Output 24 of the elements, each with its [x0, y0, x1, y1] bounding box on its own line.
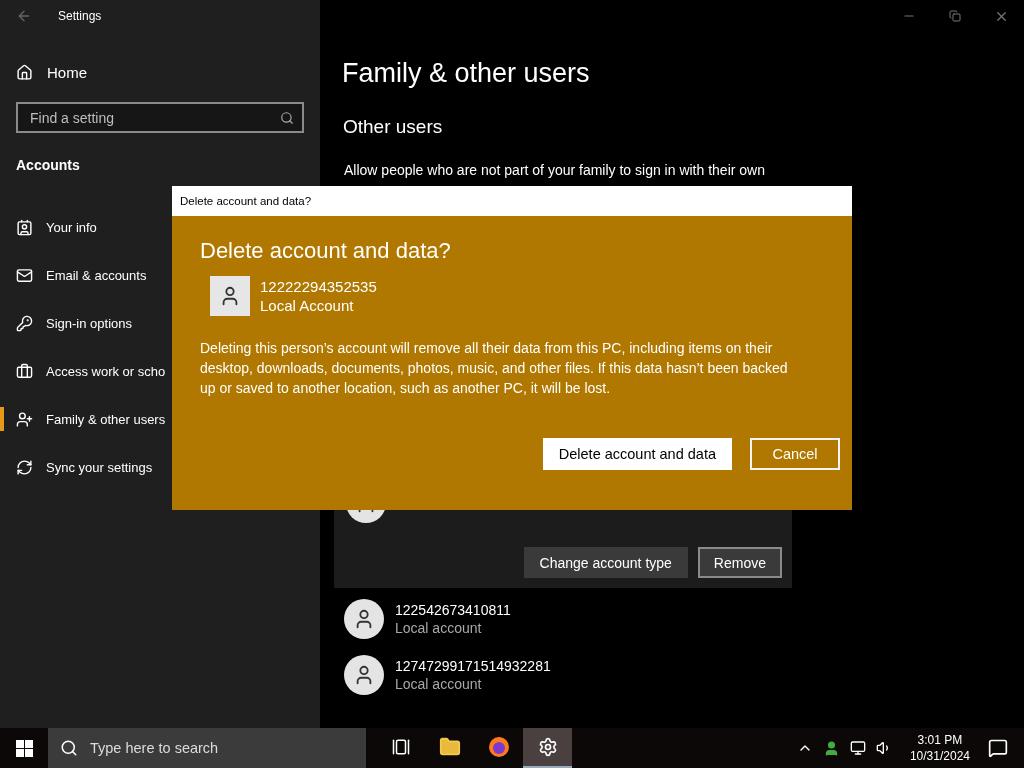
user-name: 122542673410811 [395, 602, 511, 618]
dialog-caption: Delete account and data? [172, 186, 852, 216]
confirm-button[interactable]: Delete account and data [542, 438, 732, 470]
nav-item[interactable]: Family & other users [0, 395, 320, 443]
dialog-message: Deleting this person’s account will remove all their data from this PC, including items on their desktop, downloads, documents, photos, music, and other files. If this data hasn’t been backed up or saved to another location, such as another PC, it will be lost. [200, 339, 788, 398]
cancel-button[interactable]: Cancel [750, 438, 840, 470]
account-type: Local account [395, 676, 483, 692]
dialog-heading: Delete account and data? [200, 238, 452, 264]
change-type-button[interactable]: Change account type [523, 547, 688, 578]
user-name: 12747299171514932281 [395, 658, 551, 674]
description-text: Allow people who are not part of your family to sign in with their own [344, 162, 766, 178]
section-heading: Other users [343, 116, 444, 138]
remove-button[interactable]: Remove [697, 547, 782, 578]
account-type: Local account [395, 620, 483, 636]
account-name: 12222294352535 [260, 278, 377, 295]
search-field[interactable]: Find a setting [28, 104, 280, 131]
home-link[interactable]: Home [0, 54, 320, 90]
nav-item[interactable]: Sync your settings [0, 443, 320, 491]
window-title: Settings [58, 9, 102, 23]
account-type: Local Account [260, 297, 355, 314]
search-box[interactable]: Find a setting [16, 102, 304, 133]
clock[interactable]: 3:01 PM 10/31/2024 [909, 732, 970, 764]
section-heading: Accounts [15, 157, 81, 173]
page-title: Family & other users [342, 57, 591, 90]
